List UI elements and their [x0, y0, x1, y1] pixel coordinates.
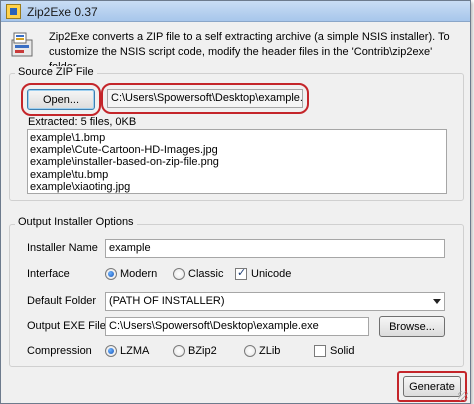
title-bar[interactable]: Zip2Exe 0.37 [1, 1, 470, 22]
unicode-checkbox[interactable] [235, 266, 247, 280]
browse-button[interactable]: Browse... [379, 316, 445, 337]
description-text: Zip2Exe converts a ZIP file to a self ex… [49, 31, 450, 73]
compression-lzma-label[interactable]: LZMA [120, 345, 149, 357]
app-icon [6, 4, 21, 19]
compression-zlib-radio[interactable] [244, 345, 256, 357]
installer-icon [11, 32, 33, 57]
installer-name-input[interactable]: example [105, 239, 445, 258]
compression-bzip2-radio[interactable] [173, 345, 185, 357]
output-options-legend: Output Installer Options [15, 216, 137, 228]
zip2exe-window: Zip2Exe 0.37 Zip2Exe converts a ZIP file… [0, 0, 471, 404]
file-list[interactable]: example\1.bmp example\Cute-Cartoon-HD-Im… [27, 129, 447, 194]
compression-label: Compression [27, 345, 92, 357]
extracted-status: Extracted: 5 files, 0KB [28, 116, 137, 128]
open-highlight [21, 83, 101, 116]
interface-label: Interface [27, 268, 70, 280]
interface-modern-label[interactable]: Modern [120, 268, 157, 280]
default-folder-value: (PATH OF INSTALLER) [109, 295, 225, 307]
source-zip-legend: Source ZIP File [15, 66, 97, 78]
window-title: Zip2Exe 0.37 [27, 5, 98, 19]
list-item[interactable]: example\1.bmp [30, 132, 444, 144]
interface-modern-radio[interactable] [105, 268, 117, 280]
chevron-down-icon [433, 299, 441, 304]
output-exe-label: Output EXE File [27, 320, 106, 332]
interface-classic-label[interactable]: Classic [188, 268, 223, 280]
resize-grip[interactable] [458, 391, 468, 401]
default-folder-label: Default Folder [27, 295, 97, 307]
generate-highlight [397, 371, 467, 402]
compression-zlib-label[interactable]: ZLib [259, 345, 280, 357]
output-exe-input[interactable]: C:\Users\Spowersoft\Desktop\example.exe [105, 317, 369, 336]
zip-path-highlight [101, 83, 309, 114]
installer-name-label: Installer Name [27, 242, 98, 254]
solid-checkbox[interactable] [314, 345, 326, 357]
solid-label[interactable]: Solid [330, 345, 354, 357]
unicode-label[interactable]: Unicode [251, 268, 291, 280]
list-item[interactable]: example\installer-based-on-zip-file.png [30, 156, 444, 168]
compression-lzma-radio[interactable] [105, 345, 117, 357]
interface-classic-radio[interactable] [173, 268, 185, 280]
list-item[interactable]: example\tu.bmp [30, 169, 444, 181]
default-folder-select[interactable]: (PATH OF INSTALLER) [105, 292, 445, 311]
list-item[interactable]: example\xiaoting.jpg [30, 181, 444, 193]
compression-bzip2-label[interactable]: BZip2 [188, 345, 217, 357]
list-item[interactable]: example\Cute-Cartoon-HD-Images.jpg [30, 144, 444, 156]
